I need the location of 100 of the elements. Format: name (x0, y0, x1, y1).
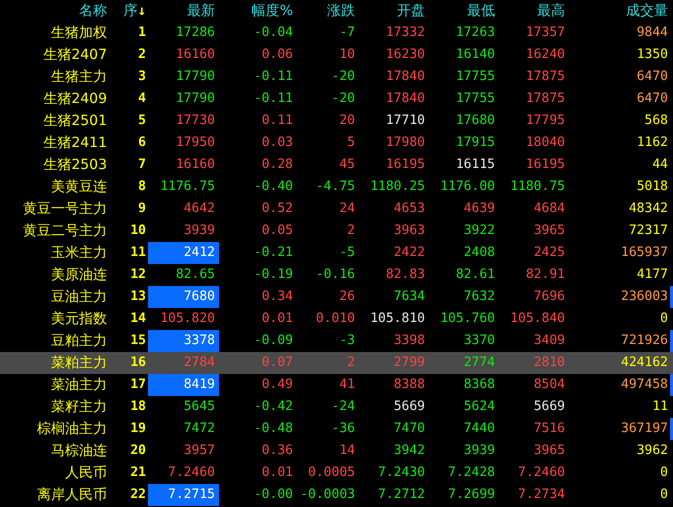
name-cell-text: 黄豆一号主力 (23, 200, 107, 218)
table-cell-text: -24 (332, 398, 355, 416)
column-header[interactable]: 名称 (79, 0, 107, 22)
table-cell-text: 17840 (386, 90, 425, 108)
table-cell-text: 15 (130, 332, 146, 350)
table-cell-text: 3963 (394, 222, 425, 240)
volume-cell-text: 44 (652, 156, 668, 174)
volume-cell-text: 6470 (636, 68, 668, 86)
table-cell-text: 7632 (464, 288, 495, 306)
table-cell-text: 16195 (386, 156, 425, 174)
table-cell-text: 21 (130, 464, 146, 482)
volume-cell-text: 0 (660, 464, 668, 482)
table-cell-text: 17 (130, 376, 146, 394)
volume-cell-text: 497458 (621, 376, 668, 394)
table-cell-text: 10 (339, 46, 355, 64)
table-cell-text: 1180.75 (510, 178, 565, 196)
table-cell-text: 7.2712 (378, 486, 425, 504)
table-cell-text: 2 (138, 46, 146, 64)
table-cell-text: 3398 (394, 332, 425, 350)
column-header[interactable]: 最新 (187, 0, 215, 22)
name-cell-text: 人民币 (65, 464, 107, 482)
table-cell-text: 17915 (456, 134, 495, 152)
table-cell-text: 2 (347, 354, 355, 372)
volume-cell-text: 6470 (636, 90, 668, 108)
table-cell-text: 1176.00 (440, 178, 495, 196)
table-cell-text: 16 (130, 354, 146, 372)
table-cell-text: 0.49 (262, 376, 293, 394)
table-cell-text: 17263 (456, 24, 495, 42)
table-cell-text: 3939 (184, 222, 215, 240)
table-cell-text: 7634 (394, 288, 425, 306)
table-cell-text: 7 (138, 156, 146, 174)
name-cell-text: 生猪2411 (43, 134, 107, 152)
highlighted-cell: 7680 (148, 286, 219, 308)
table-cell-text: 0.03 (262, 134, 293, 152)
column-header[interactable]: 涨跌 (327, 0, 355, 22)
table-cell-text: 0.05 (262, 222, 293, 240)
column-header[interactable]: 成交量 (626, 0, 668, 22)
table-cell-text: 17730 (176, 112, 215, 130)
table-cell-text: 105.840 (510, 310, 565, 328)
table-cell-text: 0.28 (262, 156, 293, 174)
column-header[interactable]: 最低 (467, 0, 495, 22)
table-cell-text: 18040 (526, 134, 565, 152)
volume-cell-text: 48342 (628, 200, 668, 218)
name-cell-text: 生猪2503 (43, 156, 107, 174)
table-cell-text: 3 (138, 68, 146, 86)
table-cell-text: 11 (130, 244, 146, 262)
table-cell-text: 5 (347, 134, 355, 152)
table-cell-text: 2408 (464, 244, 495, 262)
name-cell-text: 菜粕主力 (51, 354, 107, 372)
name-cell-text: 菜籽主力 (51, 398, 107, 416)
column-header[interactable]: 幅度% (252, 0, 293, 22)
table-cell-text: 18 (130, 398, 146, 416)
table-cell-text: 5645 (184, 398, 215, 416)
table-cell-text: 7.2734 (518, 486, 565, 504)
table-cell-text: 3370 (464, 332, 495, 350)
column-header[interactable]: 序 (124, 0, 138, 22)
table-cell-text: 1180.25 (370, 178, 425, 196)
column-header[interactable]: 开盘 (397, 0, 425, 22)
table-cell-text: 3965 (534, 442, 565, 460)
table-cell-text: 17875 (526, 68, 565, 86)
table-cell-text: 0.11 (262, 112, 293, 130)
table-cell-text: 105.760 (440, 310, 495, 328)
table-cell-text: -20 (332, 90, 355, 108)
table-cell-text: 3409 (534, 332, 565, 350)
table-cell-text: 16195 (526, 156, 565, 174)
table-cell-text: 2774 (464, 354, 495, 372)
table-cell-text: 2784 (184, 354, 215, 372)
table-cell-text: 2810 (534, 354, 565, 372)
name-cell-text: 黄豆二号主力 (23, 222, 107, 240)
table-row[interactable]: 菜粕主力 16 2784 0.07 2 2799 2774 2810 424162 (0, 352, 673, 374)
table-cell-text: 7696 (534, 288, 565, 306)
table-cell-text: 105.820 (160, 310, 215, 328)
table-cell-text: 17950 (176, 134, 215, 152)
table-cell-text: 0.36 (262, 442, 293, 460)
table-cell-text: 16140 (456, 46, 495, 64)
volume-cell-text: 721926 (621, 332, 668, 350)
table-cell-text: -5 (339, 244, 355, 262)
volume-cell-text: 424162 (621, 354, 668, 372)
table-cell-text: 8 (138, 178, 146, 196)
sort-indicator: ↓ (138, 2, 146, 20)
table-cell-text: 17840 (386, 68, 425, 86)
table-cell-text: 19 (130, 420, 146, 438)
name-cell-text: 美原油连 (51, 266, 107, 284)
table-cell-text: 8368 (464, 376, 495, 394)
table-cell-text: 2425 (534, 244, 565, 262)
table-cell-text: 17795 (526, 112, 565, 130)
table-cell-text: -0.19 (254, 266, 293, 284)
name-cell-text: 生猪2501 (43, 112, 107, 130)
table-cell-text: 3965 (534, 222, 565, 240)
highlighted-cell: 7.2715 (148, 484, 219, 506)
table-cell-text: 4642 (184, 200, 215, 218)
table-cell-text: -0.11 (254, 68, 293, 86)
table-cell-text: -0.48 (254, 420, 293, 438)
table-cell-text: 0.34 (262, 288, 293, 306)
table-cell-text: 7440 (464, 420, 495, 438)
table-cell-text: 2799 (394, 354, 425, 372)
name-cell-text: 豆油主力 (51, 288, 107, 306)
column-header[interactable]: 最高 (537, 0, 565, 22)
volume-cell-text: 367197 (621, 420, 668, 438)
table-cell-text: 0.06 (262, 46, 293, 64)
